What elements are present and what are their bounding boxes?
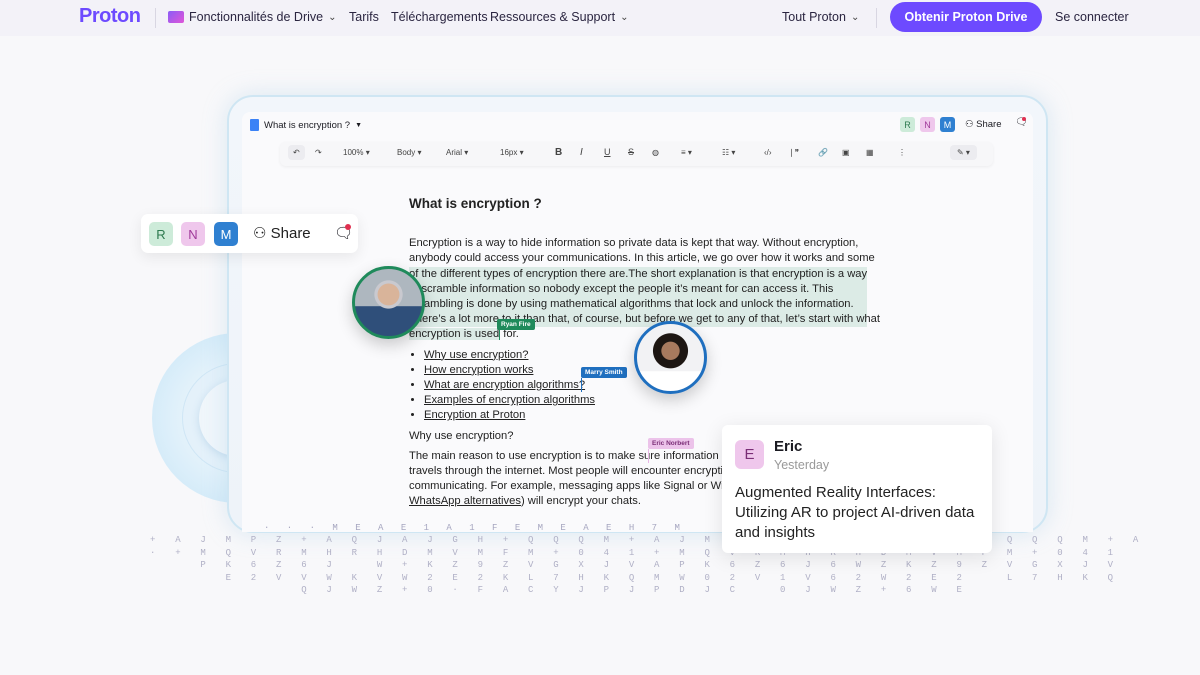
highlighted-text: encryption is used bbox=[409, 328, 500, 341]
redo-icon[interactable]: ↷ bbox=[315, 148, 322, 157]
chevron-down-icon: ⌄ bbox=[850, 11, 860, 23]
whatsapp-alternatives-link[interactable]: WhatsApp alternatives bbox=[409, 495, 521, 507]
cursor-marry bbox=[581, 378, 582, 392]
collaborator-photo-ryan bbox=[352, 266, 425, 339]
document-icon bbox=[250, 119, 259, 131]
collaborator-avatar[interactable]: R bbox=[900, 117, 915, 132]
edit-mode-icon[interactable]: ✎ ▾ bbox=[950, 145, 977, 160]
code-icon[interactable]: ‹/› bbox=[764, 148, 772, 157]
login-link[interactable]: Se connecter bbox=[1055, 10, 1129, 24]
image-icon[interactable]: ▣ bbox=[842, 148, 850, 157]
more-icon[interactable]: ⋮ bbox=[898, 148, 906, 157]
nav-pricing[interactable]: Tarifs bbox=[349, 10, 379, 24]
divider bbox=[876, 8, 877, 28]
cursor-label-ryan: Ryan Fire bbox=[497, 319, 535, 330]
text-line: Encryption is a way to hide information … bbox=[409, 237, 859, 250]
share-label: Share bbox=[270, 225, 311, 242]
document-title: What is encryption ? bbox=[264, 119, 351, 131]
italic-icon[interactable]: I bbox=[580, 147, 583, 158]
document-heading: What is encryption ? bbox=[409, 196, 542, 211]
editor-toolbar: ↶ ↷ 100% ▾ Body ▾ Arial ▾ 16px ▾ B I U S… bbox=[280, 142, 993, 166]
color-palette-icon[interactable]: ◍ bbox=[652, 148, 659, 157]
nav-downloads[interactable]: Téléchargements bbox=[391, 10, 488, 24]
link-examples[interactable]: Examples of encryption algorithms bbox=[424, 393, 879, 408]
highlighted-line: There’s a lot more to it than that, of c… bbox=[409, 312, 880, 328]
encrypted-matrix-background: · · · M E A E 1 A 1 F E M E A E H 7 M + A… bbox=[150, 523, 1146, 596]
chevron-down-icon: ⌄ bbox=[328, 11, 337, 23]
chevron-down-icon: ⌄ bbox=[620, 11, 629, 23]
comments-icon[interactable]: 🗨 bbox=[1015, 117, 1028, 128]
divider bbox=[155, 8, 156, 28]
cursor-label-marry: Marry Smith bbox=[581, 367, 627, 378]
bold-icon[interactable]: B bbox=[555, 147, 562, 158]
nav-label: Fonctionnalités de Drive bbox=[189, 10, 324, 24]
font-select[interactable]: Arial ▾ bbox=[446, 148, 468, 157]
add-user-icon: ⚇ bbox=[253, 225, 271, 242]
share-button[interactable]: ⚇ Share bbox=[253, 224, 311, 242]
style-select[interactable]: Body ▾ bbox=[397, 148, 421, 157]
quote-icon[interactable]: ❘❞ bbox=[788, 148, 799, 157]
underline-icon[interactable]: U bbox=[604, 147, 611, 157]
cursor-ryan bbox=[499, 328, 501, 341]
list-icon[interactable]: ☷ ▾ bbox=[722, 148, 735, 157]
cursor-eric bbox=[648, 449, 649, 463]
highlighted-line: to scramble information so nobody except… bbox=[409, 281, 867, 298]
nav-label: Tout Proton bbox=[782, 10, 846, 24]
undo-icon[interactable]: ↶ bbox=[288, 145, 305, 160]
collaborator-avatar[interactable]: N bbox=[920, 117, 935, 132]
floating-share-bar: R N M ⚇ Share 🗨 bbox=[141, 214, 358, 253]
strikethrough-icon[interactable]: S bbox=[628, 147, 634, 157]
nav-drive-features[interactable]: Fonctionnalités de Drive ⌄ bbox=[168, 10, 337, 24]
comment-author: Eric bbox=[774, 438, 803, 455]
top-nav: Proton Fonctionnalités de Drive ⌄ Tarifs … bbox=[0, 0, 1200, 36]
highlighted-line: scrambling is done by using mathematical… bbox=[409, 297, 867, 313]
nav-label: Ressources & Support bbox=[490, 10, 616, 24]
text: ) will encrypt your chats. bbox=[520, 495, 641, 508]
collaborator-photo-marry bbox=[634, 321, 707, 394]
caret-down-icon: ▼ bbox=[355, 121, 363, 129]
nav-resources[interactable]: Ressources & Support ⌄ bbox=[490, 10, 628, 24]
link-proton[interactable]: Encryption at Proton bbox=[424, 408, 879, 423]
share-label: Share bbox=[976, 119, 1002, 130]
proton-logo[interactable]: Proton bbox=[79, 5, 141, 28]
share-button[interactable]: ⚇ Share bbox=[965, 119, 1002, 130]
link-icon[interactable]: 🔗 bbox=[818, 148, 828, 157]
text: for. bbox=[503, 328, 519, 341]
zoom-select[interactable]: 100% ▾ bbox=[343, 148, 370, 157]
table-icon[interactable]: ▦ bbox=[866, 148, 874, 157]
comment-text: Augmented Reality Interfaces: Utilizing … bbox=[735, 484, 975, 541]
comments-icon[interactable]: 🗨 bbox=[334, 224, 353, 242]
comment-avatar: E bbox=[735, 440, 764, 469]
comment-card[interactable]: E Eric Yesterday Augmented Reality Inter… bbox=[722, 425, 992, 553]
folder-icon bbox=[168, 11, 184, 23]
collaborator-avatar[interactable]: M bbox=[214, 222, 238, 246]
cursor-label-eric: Eric Norbert bbox=[648, 438, 694, 449]
size-select[interactable]: 16px ▾ bbox=[500, 148, 524, 157]
align-icon[interactable]: ≡ ▾ bbox=[681, 148, 692, 157]
document-title-menu[interactable]: What is encryption ? ▼ bbox=[250, 119, 362, 131]
collaborator-avatar[interactable]: M bbox=[940, 117, 955, 132]
collaborator-avatar[interactable]: N bbox=[181, 222, 205, 246]
comment-time: Yesterday bbox=[774, 458, 830, 472]
collaborator-avatar[interactable]: R bbox=[149, 222, 173, 246]
highlighted-line: of the different types of encryption the… bbox=[409, 266, 867, 282]
get-proton-drive-button[interactable]: Obtenir Proton Drive bbox=[890, 2, 1042, 32]
text-line: anybody could access your communications… bbox=[409, 252, 875, 265]
add-user-icon: ⚇ bbox=[965, 119, 977, 130]
nav-all-proton[interactable]: Tout Proton ⌄ bbox=[782, 10, 859, 24]
